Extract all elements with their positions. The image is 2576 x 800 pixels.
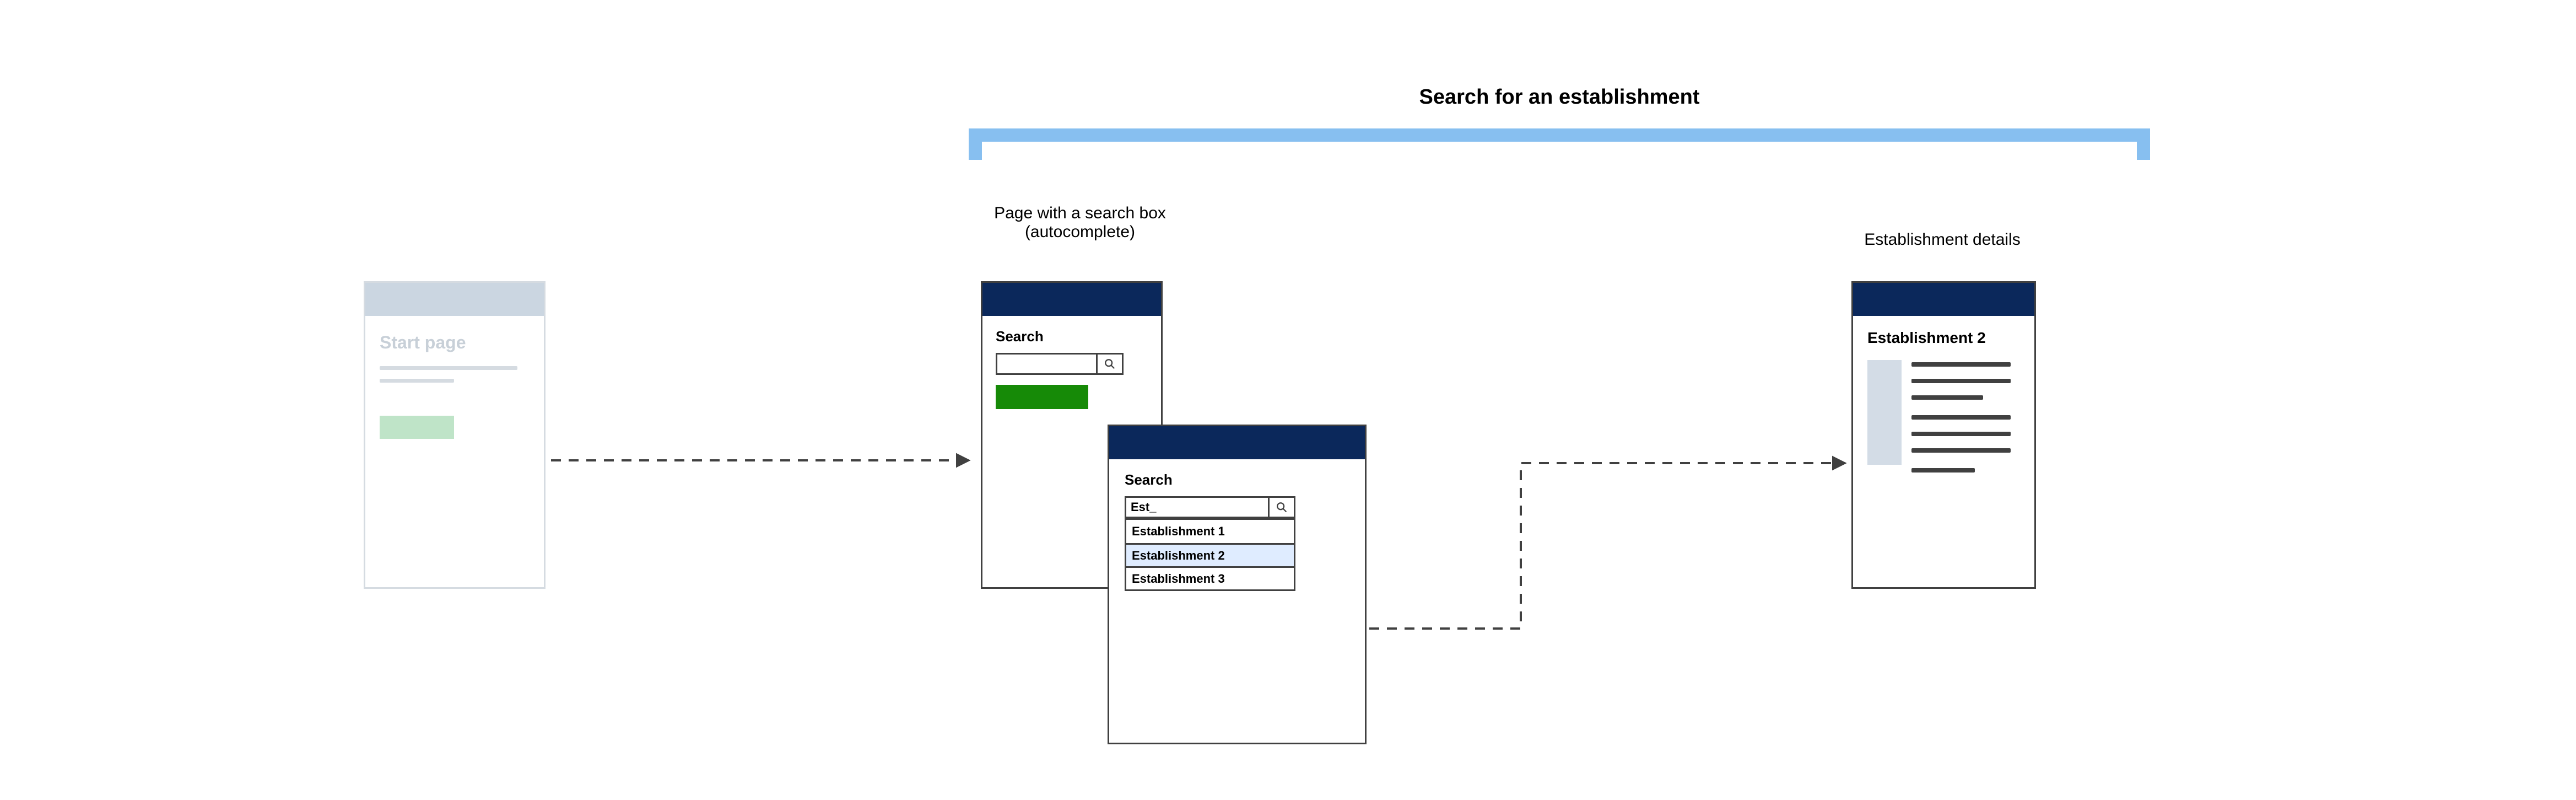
autocomplete-item[interactable]: Establishment 3 [1126, 566, 1294, 589]
details-card: Establishment 2 [1851, 281, 2036, 589]
bracket [975, 135, 2143, 160]
search-icon [1104, 358, 1116, 370]
search-button[interactable] [1098, 355, 1122, 373]
search-input-field[interactable] [997, 355, 1096, 373]
details-line [1911, 448, 2011, 453]
autocomplete-topbar [1109, 426, 1365, 459]
search-caption: Page with a search box (autocomplete) [948, 204, 1212, 241]
search-caption-line2: (autocomplete) [948, 223, 1212, 241]
details-line [1911, 379, 2011, 383]
details-line [1911, 468, 1975, 473]
mut-line [380, 379, 454, 383]
arrow-autocomplete-to-details [1369, 463, 1845, 629]
search-input-empty[interactable] [996, 353, 1124, 375]
search-submit-button[interactable] [996, 385, 1088, 409]
details-line [1911, 415, 2011, 420]
details-line [1911, 432, 2011, 436]
autocomplete-list: Establishment 1 Establishment 2 Establis… [1125, 518, 1295, 591]
details-caption: Establishment details [1818, 230, 2066, 249]
start-page-button[interactable] [380, 416, 454, 439]
autocomplete-search-button[interactable] [1270, 498, 1294, 517]
start-page-title: Start page [380, 332, 530, 353]
details-title: Establishment 2 [1867, 329, 2020, 347]
autocomplete-input-field[interactable]: Est_ [1126, 498, 1268, 517]
search-icon [1276, 501, 1288, 513]
search-caption-line1: Page with a search box [948, 204, 1212, 223]
autocomplete-item[interactable]: Establishment 1 [1126, 520, 1294, 543]
autocomplete-item-selected[interactable]: Establishment 2 [1126, 543, 1294, 566]
bracket-title: Search for an establishment [975, 85, 2143, 109]
search-page-label: Search [996, 328, 1148, 345]
mut-line [380, 366, 517, 370]
autocomplete-label: Search [1125, 471, 1349, 488]
details-topbar [1853, 283, 2034, 316]
autocomplete-card: Search Est_ Establishment 1 Establishmen… [1108, 425, 1367, 744]
start-page-card: Start page [364, 281, 546, 589]
details-line [1911, 395, 1983, 400]
search-page-topbar [982, 283, 1161, 316]
details-line [1911, 362, 2011, 367]
start-page-topbar [365, 283, 544, 316]
autocomplete-input[interactable]: Est_ [1125, 496, 1295, 518]
details-thumbnail [1867, 360, 1902, 465]
